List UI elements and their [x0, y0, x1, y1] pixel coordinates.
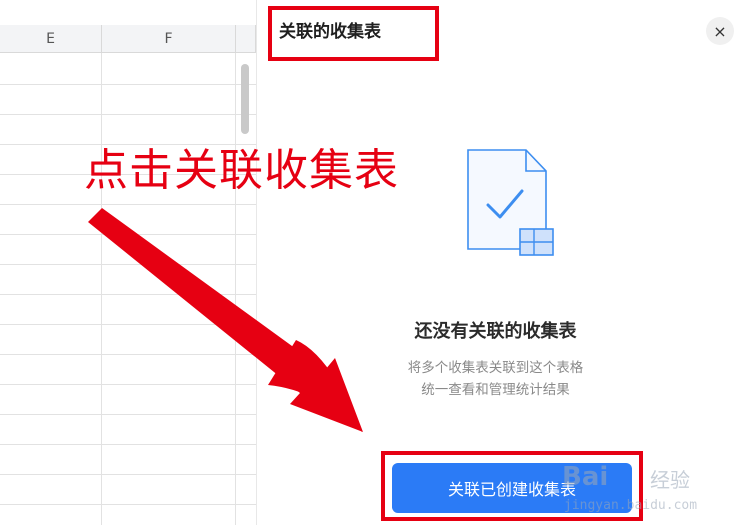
grid-row-line: [0, 114, 256, 115]
grid-row-line: [0, 84, 256, 85]
grid-row-line: [0, 354, 256, 355]
column-header-f[interactable]: F: [102, 25, 236, 53]
baidu-watermark: Bai 经验 jingyan.baidu.com: [560, 462, 720, 522]
watermark-text: 经验: [650, 468, 690, 492]
grid-row-line: [0, 414, 256, 415]
grid-column-line: [235, 53, 236, 525]
scrollbar-thumb[interactable]: [241, 64, 249, 134]
sheet-toolbar-strip: [0, 0, 256, 26]
empty-state-title: 还没有关联的收集表: [414, 321, 577, 342]
annotation-callout-text: 点击关联收集表: [84, 145, 399, 196]
annotation-title-highlight: [268, 6, 439, 61]
grid-row-line: [0, 504, 256, 505]
spreadsheet-area: E F: [0, 0, 256, 525]
grid-row-line: [0, 234, 256, 235]
grid-row-line: [0, 264, 256, 265]
grid-row-line: [0, 324, 256, 325]
column-header-g[interactable]: [236, 25, 256, 53]
grid-row-line: [0, 204, 256, 205]
empty-desc-line: 将多个收集表关联到这个表格: [407, 360, 584, 376]
column-header-e[interactable]: E: [0, 25, 102, 53]
watermark-url: jingyan.baidu.com: [564, 498, 698, 513]
grid-row-line: [0, 444, 256, 445]
empty-state-description: 将多个收集表关联到这个表格 统一查看和管理统计结果: [256, 357, 735, 401]
empty-desc-line: 统一查看和管理统计结果: [421, 382, 570, 398]
grid-row-line: [0, 384, 256, 385]
grid-row-line: [0, 474, 256, 475]
watermark-logo: Bai: [562, 462, 609, 492]
close-button[interactable]: ×: [706, 17, 734, 45]
close-icon: ×: [713, 21, 727, 41]
grid-row-line: [0, 294, 256, 295]
document-check-icon: [467, 149, 554, 256]
grid-column-line: [101, 53, 102, 525]
linked-forms-panel: [256, 0, 735, 525]
